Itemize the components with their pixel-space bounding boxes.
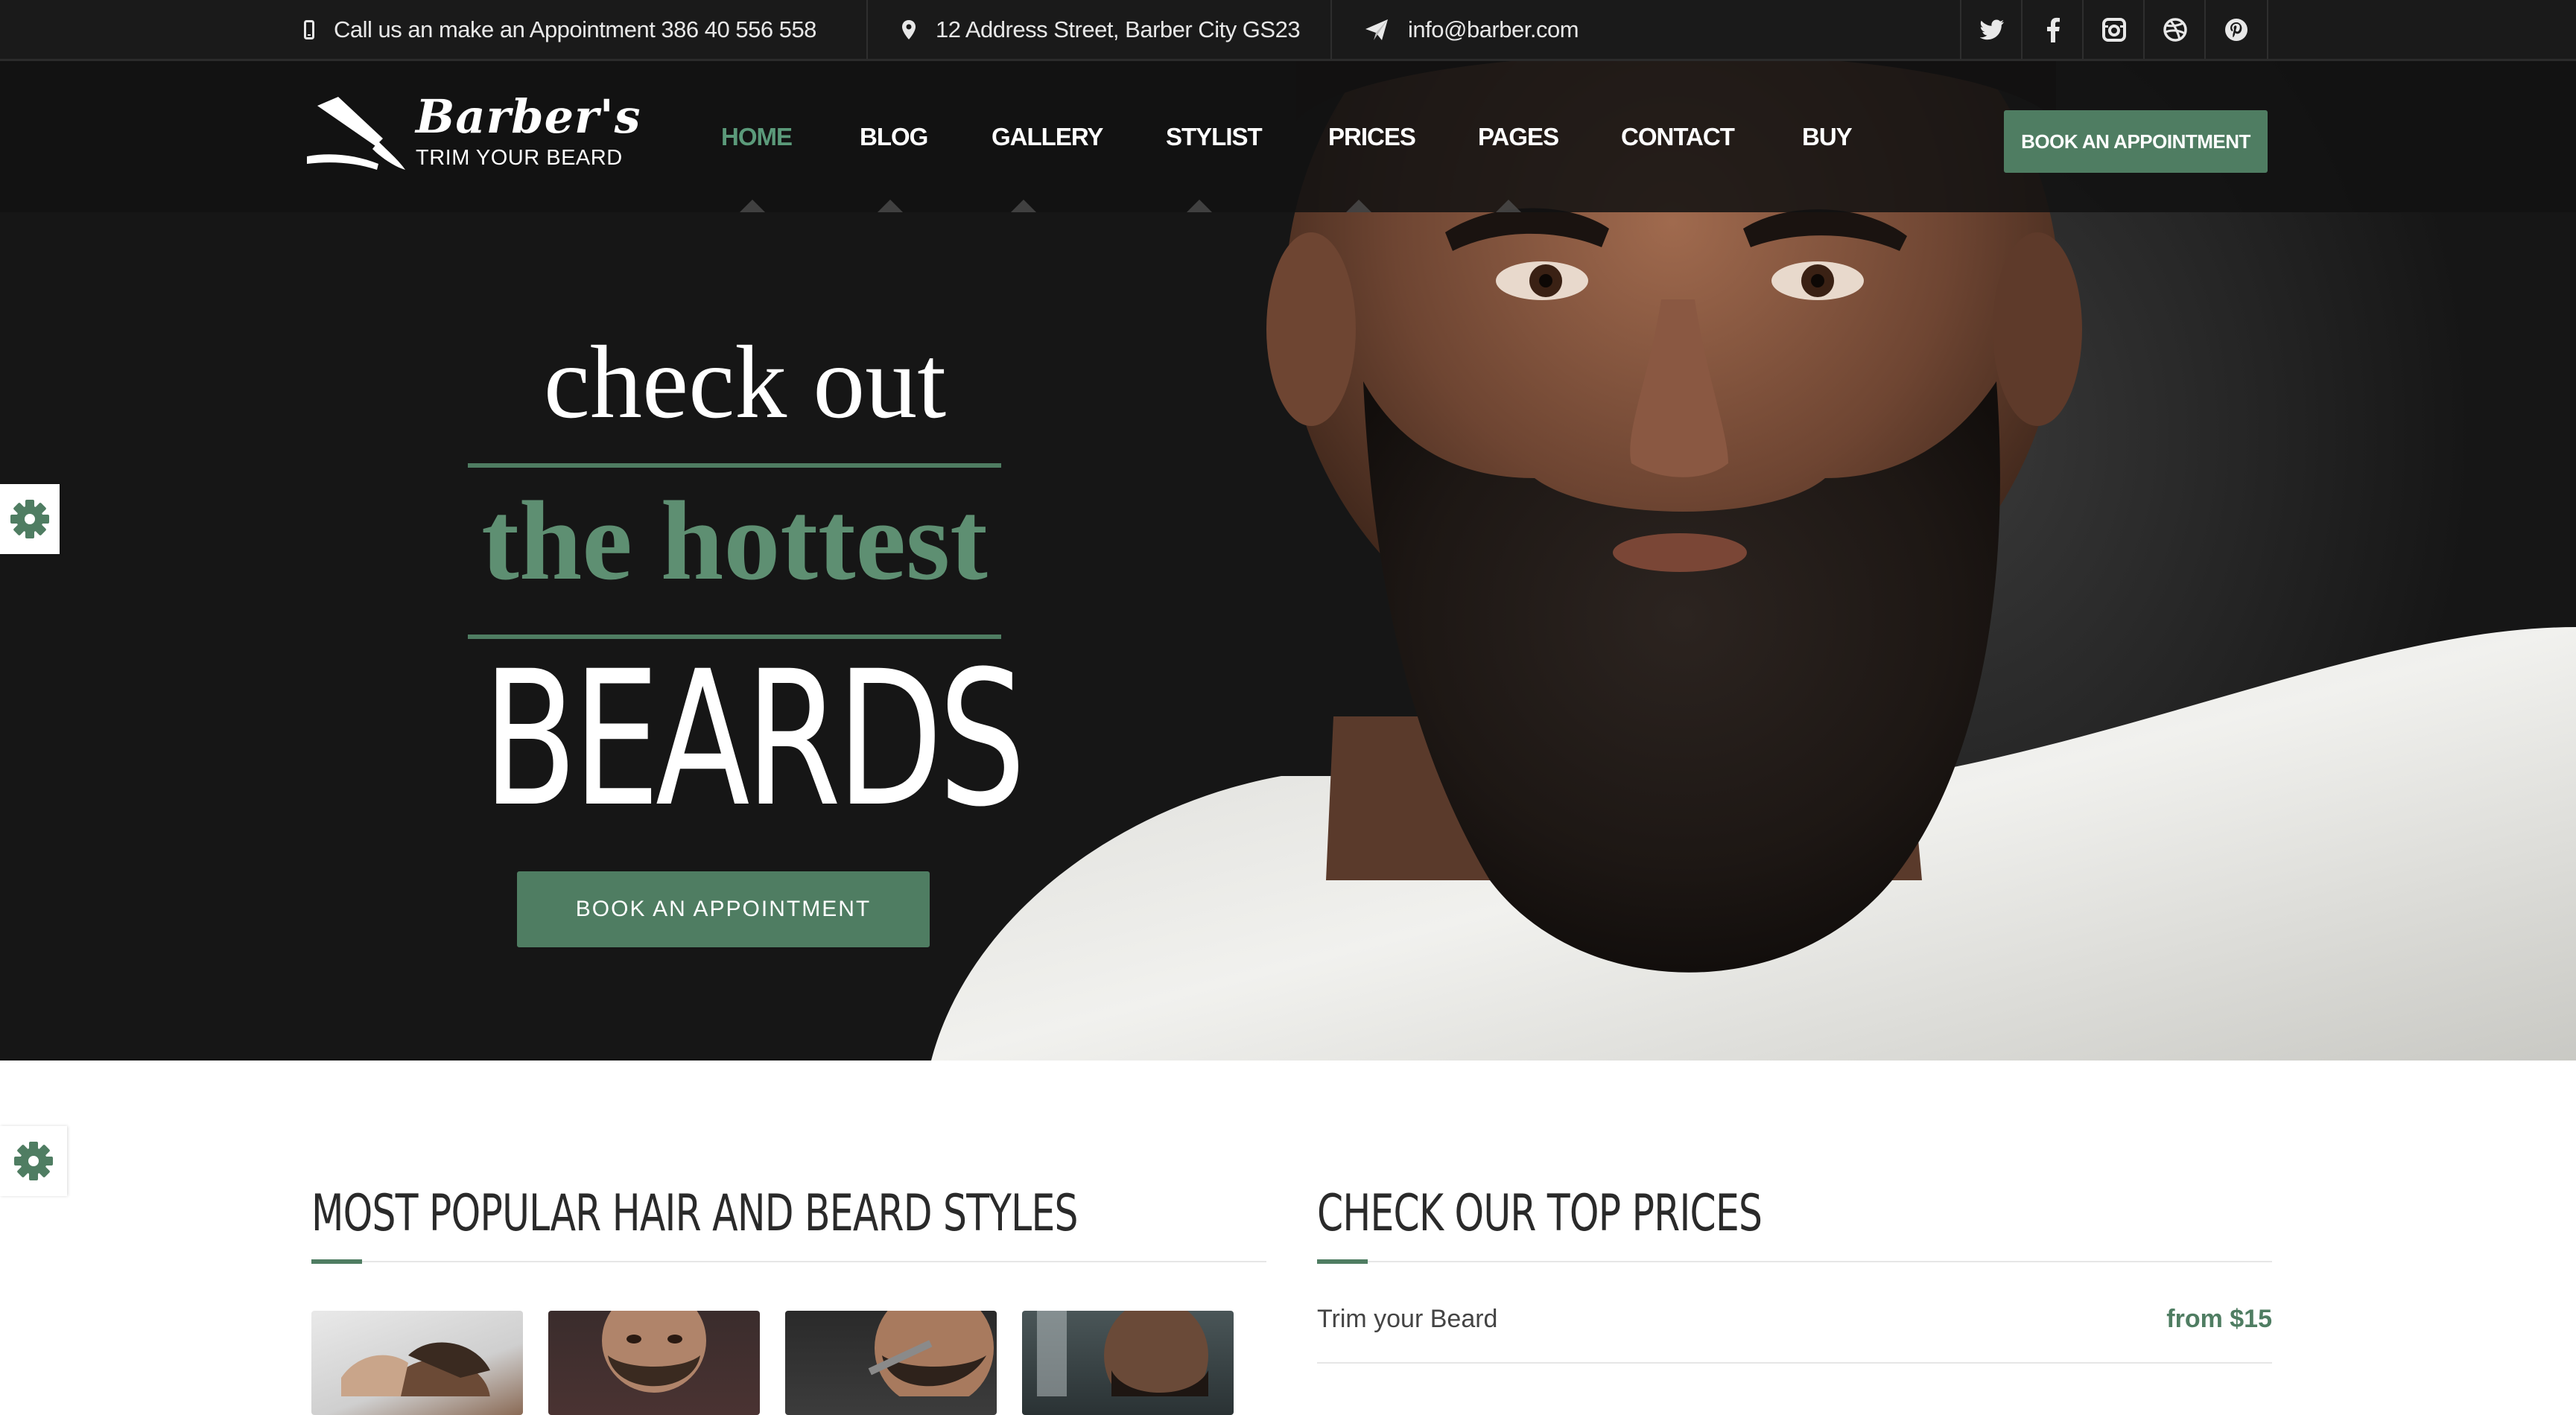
instagram-link[interactable] xyxy=(2082,0,2145,59)
section-rule xyxy=(311,1261,1266,1262)
hero-line-3: BEARDS xyxy=(483,631,1026,848)
nav-item-blog[interactable]: BLOG xyxy=(860,61,928,212)
section-rule xyxy=(1317,1261,2272,1262)
logo-subtitle: TRIM YOUR BEARD xyxy=(416,146,623,170)
dropdown-caret-icon xyxy=(1496,200,1521,212)
dropdown-caret-icon xyxy=(1011,200,1036,212)
nav-item-gallery[interactable]: GALLERY xyxy=(992,61,1103,212)
pinterest-link[interactable] xyxy=(2204,0,2268,59)
style-image xyxy=(868,1311,994,1408)
settings-panel-toggle[interactable] xyxy=(0,484,60,554)
section-accent xyxy=(1317,1259,1368,1264)
twitter-icon xyxy=(1980,19,2004,39)
section-accent xyxy=(311,1259,362,1264)
hero-book-appointment-button[interactable]: BOOK AN APPOINTMENT xyxy=(517,871,930,947)
price-item-name: Trim your Beard xyxy=(1317,1305,1498,1333)
facebook-icon xyxy=(2047,17,2060,42)
logo[interactable]: Barber's TRIM YOUR BEARD xyxy=(304,89,641,182)
settings-panel-toggle[interactable] xyxy=(0,1126,67,1196)
dropdown-caret-icon xyxy=(878,200,903,212)
email-info[interactable]: info@barber.com xyxy=(1365,0,1579,59)
phone-info: Call us an make an Appointment 386 40 55… xyxy=(304,0,816,59)
top-bar: Call us an make an Appointment 386 40 55… xyxy=(0,0,2576,61)
gear-icon xyxy=(14,1142,53,1180)
price-divider xyxy=(1317,1362,2272,1364)
prices-section-title: CHECK OUR TOP PRICES xyxy=(1317,1184,1763,1243)
style-thumbnail[interactable] xyxy=(548,1311,760,1415)
map-pin-icon xyxy=(902,19,916,39)
nav-item-pages[interactable]: PAGES xyxy=(1478,61,1559,212)
twitter-link[interactable] xyxy=(1960,0,2023,59)
hero-banner: check out the hottest BEARDS BOOK AN APP… xyxy=(0,61,2576,1061)
nav-item-contact[interactable]: CONTACT xyxy=(1621,61,1735,212)
dropdown-caret-icon xyxy=(1346,200,1371,212)
nav-item-prices[interactable]: PRICES xyxy=(1328,61,1416,212)
price-item-value: from $15 xyxy=(2166,1305,2272,1333)
style-thumbnail[interactable] xyxy=(785,1311,997,1415)
nav-book-appointment-button[interactable]: BOOK AN APPOINTMENT xyxy=(2004,110,2268,173)
dribbble-icon xyxy=(2163,17,2187,42)
hero-divider xyxy=(468,463,1001,468)
mobile-phone-icon xyxy=(304,19,314,39)
nav-item-buy[interactable]: BUY xyxy=(1802,61,1853,212)
address-info: 12 Address Street, Barber City GS23 xyxy=(901,0,1301,59)
gear-icon xyxy=(10,500,49,538)
hero-line-2: the hottest xyxy=(481,478,988,603)
nav-item-stylist[interactable]: STYLIST xyxy=(1166,61,1263,212)
instagram-icon xyxy=(2102,17,2126,42)
pinterest-icon xyxy=(2225,18,2247,41)
style-image xyxy=(341,1342,490,1415)
nav-item-home[interactable]: HOME xyxy=(721,61,793,212)
hero-line-1: check out xyxy=(543,325,947,440)
style-image xyxy=(1037,1311,1208,1411)
divider xyxy=(1330,0,1332,59)
dropdown-caret-icon xyxy=(740,200,765,212)
phone-text: Call us an make an Appointment 386 40 55… xyxy=(334,16,816,42)
dropdown-caret-icon xyxy=(1187,200,1212,212)
divider xyxy=(866,0,868,59)
style-thumbnail[interactable] xyxy=(311,1311,523,1415)
logo-title: Barber's xyxy=(416,89,641,144)
style-image xyxy=(602,1311,706,1393)
paper-plane-icon xyxy=(1365,19,1388,40)
razor-icon xyxy=(307,97,405,170)
facebook-link[interactable] xyxy=(2021,0,2084,59)
main-nav: Barber's TRIM YOUR BEARD HOME BLOG GALLE… xyxy=(0,61,2576,212)
address-text: 12 Address Street, Barber City GS23 xyxy=(936,16,1301,42)
email-text[interactable]: info@barber.com xyxy=(1408,16,1579,43)
styles-section-title: MOST POPULAR HAIR AND BEARD STYLES xyxy=(311,1184,1078,1243)
style-thumbnail[interactable] xyxy=(1022,1311,1234,1415)
dribbble-link[interactable] xyxy=(2143,0,2206,59)
